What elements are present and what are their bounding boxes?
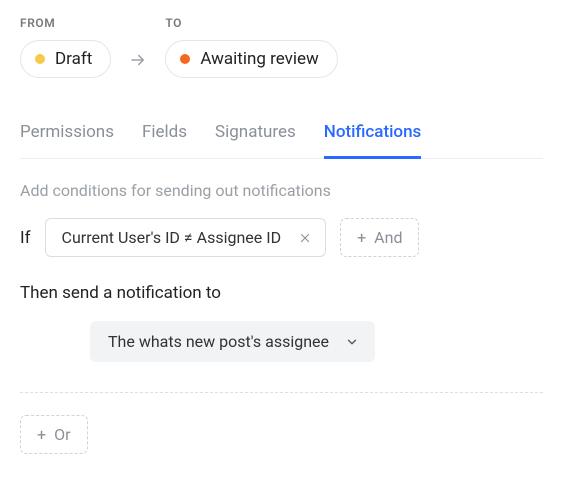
recipient-text: The whats new post's assignee (108, 332, 329, 351)
from-status-text: Draft (55, 49, 92, 69)
to-status-badge[interactable]: Awaiting review (165, 40, 338, 78)
plus-icon: + (37, 427, 46, 443)
status-dot-awaiting (180, 54, 190, 64)
to-column: TO Awaiting review (165, 16, 338, 78)
add-or-button[interactable]: + Or (20, 415, 88, 454)
notifications-section: Add conditions for sending out notificat… (20, 181, 543, 454)
from-label: FROM (20, 16, 111, 30)
remove-condition-icon[interactable] (295, 232, 315, 244)
plus-icon: + (357, 230, 366, 246)
chevron-down-icon (345, 335, 359, 349)
and-label: And (374, 228, 402, 247)
recipient-select[interactable]: The whats new post's assignee (90, 321, 375, 362)
if-condition-row: If Current User's ID ≠ Assignee ID + And (20, 218, 543, 257)
tab-fields[interactable]: Fields (142, 116, 187, 159)
add-and-button[interactable]: + And (340, 218, 419, 257)
or-label: Or (54, 425, 70, 444)
if-label: If (20, 228, 31, 248)
section-hint: Add conditions for sending out notificat… (20, 181, 543, 200)
status-transition-header: FROM Draft TO Awaiting review (20, 16, 543, 80)
condition-text: Current User's ID ≠ Assignee ID (62, 228, 282, 247)
tabs: Permissions Fields Signatures Notificati… (20, 116, 543, 159)
to-status-text: Awaiting review (200, 49, 319, 69)
status-dot-draft (35, 54, 45, 64)
divider (20, 392, 543, 393)
then-label: Then send a notification to (20, 283, 543, 303)
tab-signatures[interactable]: Signatures (215, 116, 296, 159)
arrow-icon (129, 40, 147, 80)
condition-chip[interactable]: Current User's ID ≠ Assignee ID (45, 218, 327, 257)
from-status-badge[interactable]: Draft (20, 40, 111, 78)
to-label: TO (165, 16, 338, 30)
from-column: FROM Draft (20, 16, 111, 78)
tab-notifications[interactable]: Notifications (324, 116, 422, 159)
tab-permissions[interactable]: Permissions (20, 116, 114, 159)
